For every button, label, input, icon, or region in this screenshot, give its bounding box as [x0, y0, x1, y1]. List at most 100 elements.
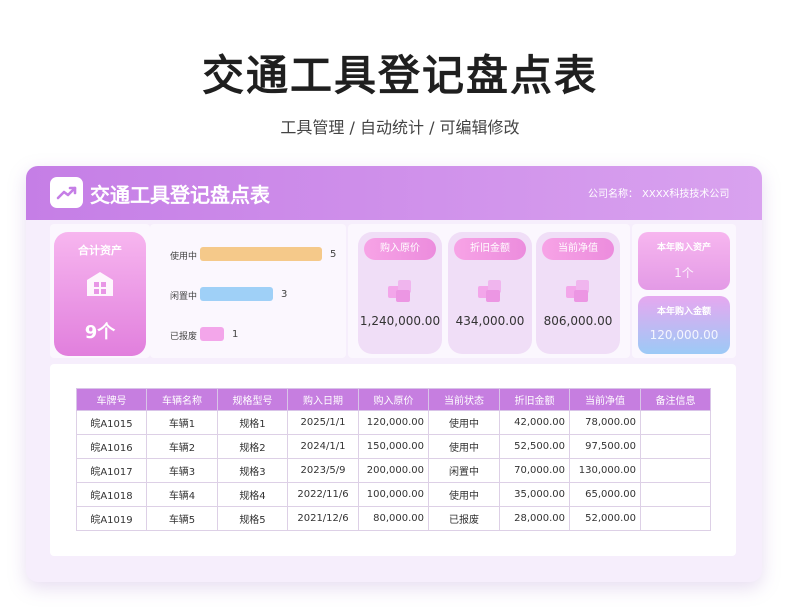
stat-value: 806,000.00: [543, 314, 613, 328]
table-cell: 2025/1/1: [287, 410, 359, 435]
column-header: 车辆名称: [146, 388, 218, 411]
table-cell: 闲置中: [428, 458, 500, 483]
table-cell: 皖A1015: [76, 410, 147, 435]
table-cell: 130,000.00: [569, 458, 641, 483]
stat-purchase-price: 购入原价 1,240,000.00: [358, 232, 442, 354]
company-label: 公司名称：: [588, 189, 638, 200]
table-cell: 65,000.00: [569, 482, 641, 507]
table-cell: [640, 434, 711, 459]
status-bar-value: 1: [232, 329, 239, 340]
status-bar-label: 使用中: [170, 252, 198, 262]
table-cell: 使用中: [428, 410, 500, 435]
column-header: 折旧金额: [499, 388, 570, 411]
column-header: 购入日期: [287, 388, 359, 411]
table-header-row: 车牌号 车辆名称 规格型号 购入日期 购入原价 当前状态 折旧金额 当前净值 备…: [76, 388, 711, 411]
year-amount-box: 本年购入金额 120,000.00: [638, 296, 730, 354]
table-cell: [640, 410, 711, 435]
table-cell: 车辆3: [146, 458, 218, 483]
table-cell: 车辆1: [146, 410, 218, 435]
table-cell: 2023/5/9: [287, 458, 359, 483]
table-cell: 皖A1016: [76, 434, 147, 459]
status-bar-fill: [200, 247, 322, 261]
coins-stack-icon: [564, 276, 592, 304]
house-grid-icon: [85, 270, 115, 298]
stat-value: 1,240,000.00: [359, 314, 441, 328]
table-cell: [640, 458, 711, 483]
column-header: 规格型号: [217, 388, 288, 411]
stat-label: 折旧金额: [454, 238, 526, 260]
card-header: 交通工具登记盘点表 公司名称： XXXX科技技术公司: [26, 166, 762, 220]
page-subtitle: 工具管理 / 自动统计 / 可编辑修改: [280, 118, 520, 137]
column-header: 当前状态: [428, 388, 500, 411]
table-cell: 200,000.00: [358, 458, 429, 483]
table-cell: 120,000.00: [358, 410, 429, 435]
coins-stack-icon: [386, 276, 414, 304]
vehicle-table: 车牌号 车辆名称 规格型号 购入日期 购入原价 当前状态 折旧金额 当前净值 备…: [76, 388, 711, 531]
card-title: 交通工具登记盘点表: [90, 183, 270, 207]
total-assets-label: 合计资产: [78, 244, 122, 257]
table-row: 皖A1018 车辆4 规格4 2022/11/6 100,000.00 使用中 …: [76, 482, 711, 507]
table-cell: 35,000.00: [499, 482, 570, 507]
stat-label: 当前净值: [542, 238, 614, 260]
table-cell: 规格2: [217, 434, 288, 459]
table-cell: 已报废: [428, 506, 500, 531]
table-cell: 52,000.00: [569, 506, 641, 531]
year-assets-label: 本年购入资产: [656, 243, 711, 253]
year-amount-value: 120,000.00: [649, 328, 719, 342]
table-cell: 97,500.00: [569, 434, 641, 459]
table-cell: 150,000.00: [358, 434, 429, 459]
coins-stack-icon: [476, 276, 504, 304]
table-cell: 100,000.00: [358, 482, 429, 507]
table-cell: 车辆4: [146, 482, 218, 507]
table-cell: 皖A1018: [76, 482, 147, 507]
company-value: XXXX科技技术公司: [642, 189, 730, 200]
status-bar-fill: [200, 287, 273, 301]
column-header: 当前净值: [569, 388, 641, 411]
table-cell: 皖A1017: [76, 458, 147, 483]
table-row: 皖A1017 车辆3 规格3 2023/5/9 200,000.00 闲置中 7…: [76, 458, 711, 483]
table-cell: 80,000.00: [358, 506, 429, 531]
table-cell: 车辆2: [146, 434, 218, 459]
table-row: 皖A1019 车辆5 规格5 2021/12/6 80,000.00 已报废 2…: [76, 506, 711, 531]
column-header: 车牌号: [76, 388, 147, 411]
year-assets-value: 1个: [674, 266, 694, 280]
stat-depreciation: 折旧金额 434,000.00: [448, 232, 532, 354]
table-cell: 车辆5: [146, 506, 218, 531]
dashboard-card: 交通工具登记盘点表 公司名称： XXXX科技技术公司 合计资产 9个 使用中 5…: [26, 166, 762, 582]
trend-up-icon: [50, 177, 83, 208]
status-bar-value: 3: [281, 289, 288, 300]
table-row: 皖A1015 车辆1 规格1 2025/1/1 120,000.00 使用中 4…: [76, 410, 711, 435]
status-bar-label: 闲置中: [170, 292, 198, 302]
table-cell: 皖A1019: [76, 506, 147, 531]
stat-label: 购入原价: [364, 238, 436, 260]
table-row: 皖A1016 车辆2 规格2 2024/1/1 150,000.00 使用中 5…: [76, 434, 711, 459]
column-header: 备注信息: [640, 388, 711, 411]
table-cell: [640, 482, 711, 507]
table-cell: 2024/1/1: [287, 434, 359, 459]
stat-value: 434,000.00: [455, 314, 525, 328]
table-cell: 70,000.00: [499, 458, 570, 483]
stat-net-value: 当前净值 806,000.00: [536, 232, 620, 354]
table-cell: 规格4: [217, 482, 288, 507]
status-bar-label: 已报废: [170, 332, 198, 342]
table-cell: [640, 506, 711, 531]
total-assets-box: 合计资产 9个: [54, 232, 146, 356]
table-cell: 52,500.00: [499, 434, 570, 459]
table-cell: 78,000.00: [569, 410, 641, 435]
total-assets-value: 9个: [84, 322, 116, 343]
table-cell: 2022/11/6: [287, 482, 359, 507]
status-bar-fill: [200, 327, 224, 341]
table-cell: 规格1: [217, 410, 288, 435]
page-title: 交通工具登记盘点表: [201, 51, 598, 100]
table-cell: 28,000.00: [499, 506, 570, 531]
table-cell: 2021/12/6: [287, 506, 359, 531]
table-cell: 规格5: [217, 506, 288, 531]
table-cell: 规格3: [217, 458, 288, 483]
table-cell: 使用中: [428, 482, 500, 507]
table-cell: 使用中: [428, 434, 500, 459]
year-amount-label: 本年购入金额: [656, 307, 711, 317]
column-header: 购入原价: [358, 388, 429, 411]
year-assets-box: 本年购入资产 1个: [638, 232, 730, 290]
table-cell: 42,000.00: [499, 410, 570, 435]
status-bar-value: 5: [330, 249, 337, 260]
